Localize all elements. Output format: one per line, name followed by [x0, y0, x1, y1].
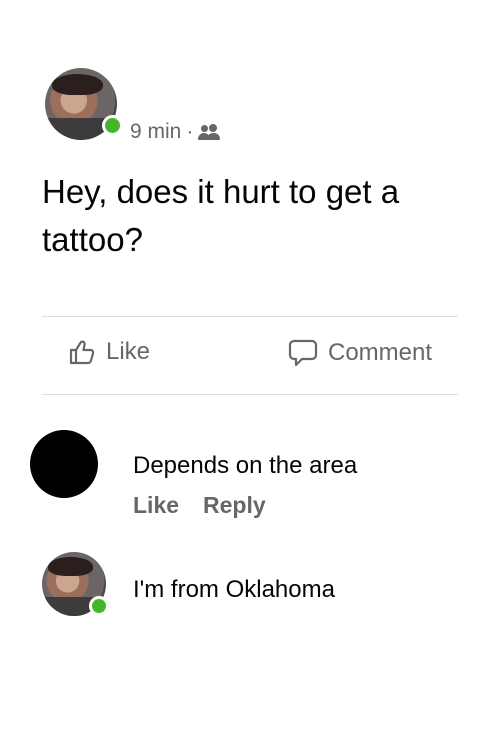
comment-text: Depends on the area: [133, 452, 358, 479]
commenter-avatar[interactable]: [30, 430, 98, 498]
post-text: Hey, does it hurt to get a tattoo?: [42, 173, 400, 258]
friends-icon: [198, 124, 221, 140]
speech-bubble-icon: [288, 339, 318, 367]
online-status-dot: [102, 115, 123, 136]
like-button[interactable]: Like: [68, 338, 150, 366]
post-timestamp[interactable]: 9 min: [130, 120, 181, 144]
post-meta: 9 min ·: [130, 120, 221, 144]
comment-text: I'm from Oklahoma: [133, 576, 335, 603]
comment-label: Comment: [328, 339, 433, 366]
comment-like-button[interactable]: Like: [133, 492, 179, 519]
divider: [42, 316, 458, 317]
comment-actions: Like Reply: [133, 492, 266, 519]
post-author-avatar[interactable]: [45, 68, 123, 140]
meta-separator: ·: [186, 120, 194, 143]
comment-button[interactable]: Comment: [288, 338, 432, 368]
like-label: Like: [106, 338, 151, 365]
thumbs-up-icon: [69, 340, 95, 365]
comment-reply-button[interactable]: Reply: [203, 492, 266, 519]
commenter-avatar[interactable]: [42, 552, 109, 616]
divider: [42, 394, 458, 395]
online-status-dot: [89, 596, 109, 616]
